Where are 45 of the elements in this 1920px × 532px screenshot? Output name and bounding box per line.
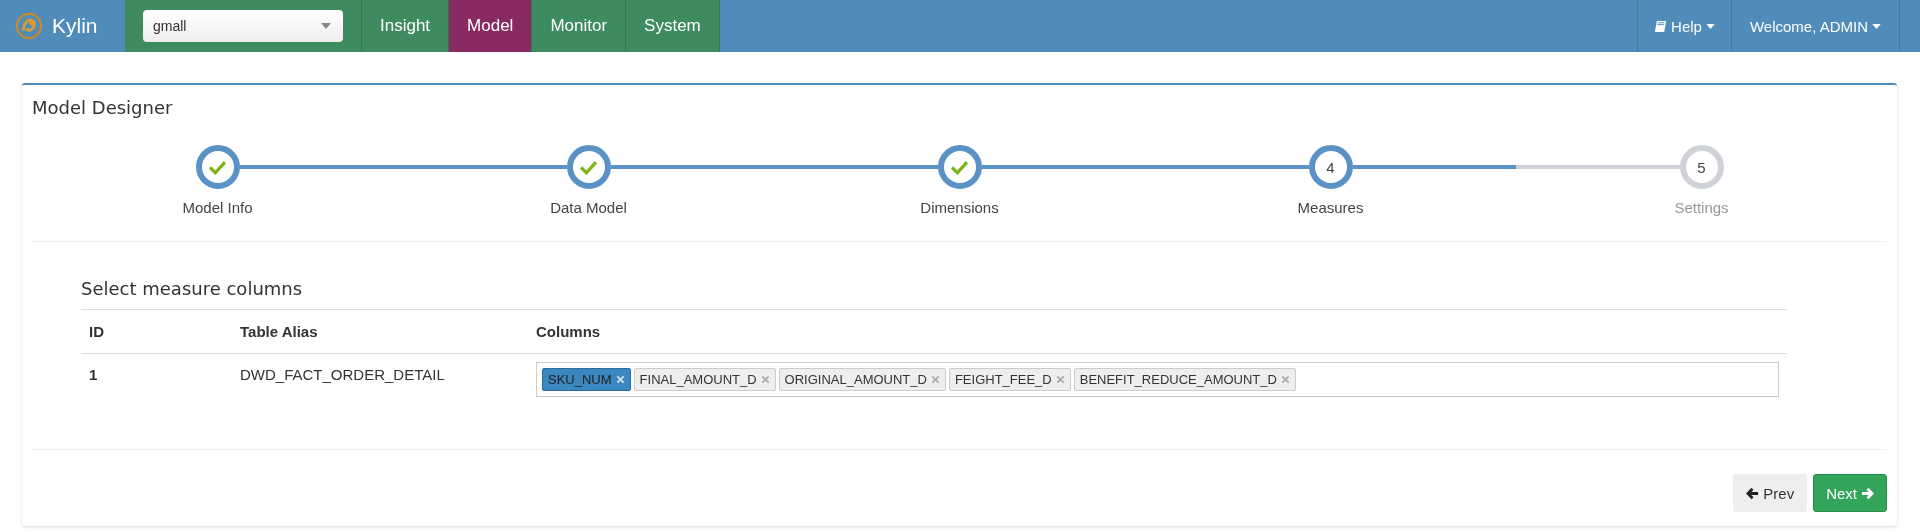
tag-input-field[interactable]: SKU_NUM FINAL_AMOUNT_D ORIGINAL_AMOUNT_D FEIGHT_FEE_D BENEFIT_REDUCE_AMOUNT_D [536,362,1779,397]
check-icon [951,159,968,175]
check-icon [580,159,597,175]
user-menu[interactable]: Welcome, ADMIN [1730,0,1900,52]
prev-button[interactable]: Prev [1733,474,1808,512]
step-label: Dimensions [920,199,999,216]
check-icon [209,159,226,175]
section-title: Select measure columns [81,278,304,299]
column-tag[interactable]: ORIGINAL_AMOUNT_D [778,368,946,391]
nav-tab[interactable]: Monitor [532,0,627,52]
close-icon[interactable] [1280,375,1290,384]
logo-icon [14,11,44,41]
arrow-right-icon [1861,486,1874,500]
brand-name[interactable]: Kylin [52,14,98,38]
step-label: Settings [1674,199,1729,216]
project-select[interactable]: gmall [143,10,343,42]
step-label: Measures [1297,199,1364,216]
step-label: Model Info [182,199,253,216]
book-icon [1654,19,1668,33]
close-icon[interactable] [760,375,770,384]
step-circle[interactable] [566,145,611,189]
column-tag[interactable]: FEIGHT_FEE_D [948,368,1071,391]
nav-tab[interactable]: Model [449,0,533,52]
panel-title: Model Designer [32,96,174,120]
table-cell: DWD_FACT_ORDER_DETAIL [232,353,528,449]
step-circle[interactable]: 4 [1308,145,1353,189]
column-tag[interactable]: SKU_NUM [542,368,631,391]
step-circle[interactable] [937,145,982,189]
caret-icon [1872,23,1881,29]
table-cell: 1 [81,353,232,449]
column-tag[interactable]: BENEFIT_REDUCE_AMOUNT_D [1073,368,1296,391]
column-header: Columns [528,309,1787,354]
step-label: Data Model [550,199,627,216]
close-icon[interactable] [930,375,940,384]
arrow-left-icon [1746,486,1760,500]
caret-icon [321,23,331,29]
close-icon[interactable] [1055,375,1065,384]
step-circle[interactable]: 5 [1679,145,1724,189]
nav-tab[interactable]: System [626,0,720,52]
step-circle[interactable] [195,145,240,189]
column-tag[interactable]: FINAL_AMOUNT_D [633,368,776,391]
column-header: Table Alias [232,309,528,354]
caret-icon [1705,23,1715,29]
nav-tab[interactable]: Insight [362,0,450,52]
column-header: ID [81,309,232,354]
